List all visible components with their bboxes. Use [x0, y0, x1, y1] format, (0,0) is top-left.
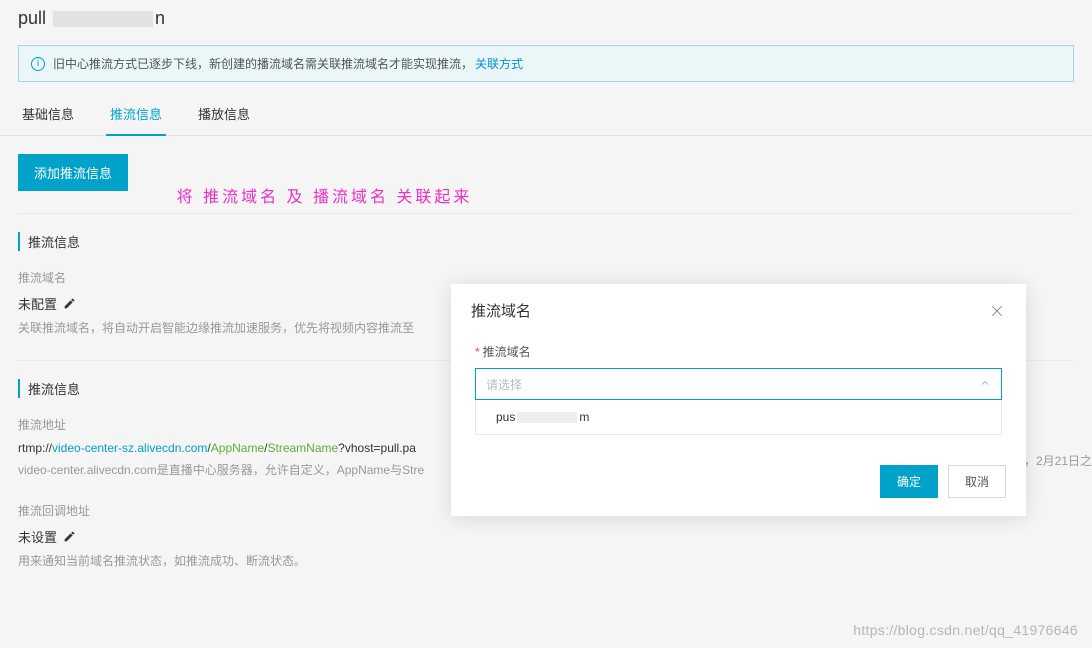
page-title: pull n [0, 0, 1092, 45]
info-banner: i 旧中心推流方式已逐步下线，新创建的播流域名需关联推流域名才能实现推流， 关联… [18, 45, 1074, 82]
info-icon: i [31, 57, 45, 71]
title-prefix: pull [18, 8, 46, 28]
callback-desc: 用来通知当前域名推流状态，如推流成功、断流状态。 [18, 552, 1074, 571]
watermark: https://blog.csdn.net/qq_41976646 [853, 622, 1078, 638]
banner-text: 旧中心推流方式已逐步下线，新创建的播流域名需关联推流域名才能实现推流， [53, 55, 473, 72]
title-masked [53, 11, 153, 27]
edit-icon[interactable] [63, 297, 76, 310]
title-suffix: n [155, 8, 165, 28]
confirm-button[interactable]: 确定 [880, 465, 938, 498]
banner-link[interactable]: 关联方式 [475, 55, 523, 72]
annotation-text: 将 推流域名 及 播流域名 关联起来 [177, 183, 473, 207]
add-push-info-button[interactable]: 添加推流信息 [18, 154, 128, 191]
modal-field-label: *推流域名 [475, 343, 1002, 360]
tabs: 基础信息 推流信息 播放信息 [0, 94, 1092, 136]
chevron-up-icon [979, 377, 991, 392]
select-dropdown: pusm [475, 400, 1002, 435]
tab-basic[interactable]: 基础信息 [18, 94, 78, 135]
dropdown-option[interactable]: pusm [476, 400, 1001, 434]
push-domain-value: 未配置 [18, 294, 57, 313]
push-domain-select[interactable]: 请选择 [475, 368, 1002, 400]
push-domain-modal: 推流域名 *推流域名 请选择 pusm 确定 取消 [451, 284, 1026, 516]
tab-push[interactable]: 推流信息 [106, 94, 166, 135]
callback-value: 未设置 [18, 527, 57, 546]
select-placeholder: 请选择 [486, 376, 522, 393]
close-icon[interactable] [988, 302, 1006, 320]
section-push-info-title: 推流信息 [18, 232, 1074, 251]
tab-play[interactable]: 播放信息 [194, 94, 254, 135]
modal-title: 推流域名 [471, 300, 531, 321]
cancel-button[interactable]: 取消 [948, 465, 1006, 498]
truncated-text-right: ，2月21日之 [1024, 452, 1092, 469]
edit-icon[interactable] [63, 530, 76, 543]
